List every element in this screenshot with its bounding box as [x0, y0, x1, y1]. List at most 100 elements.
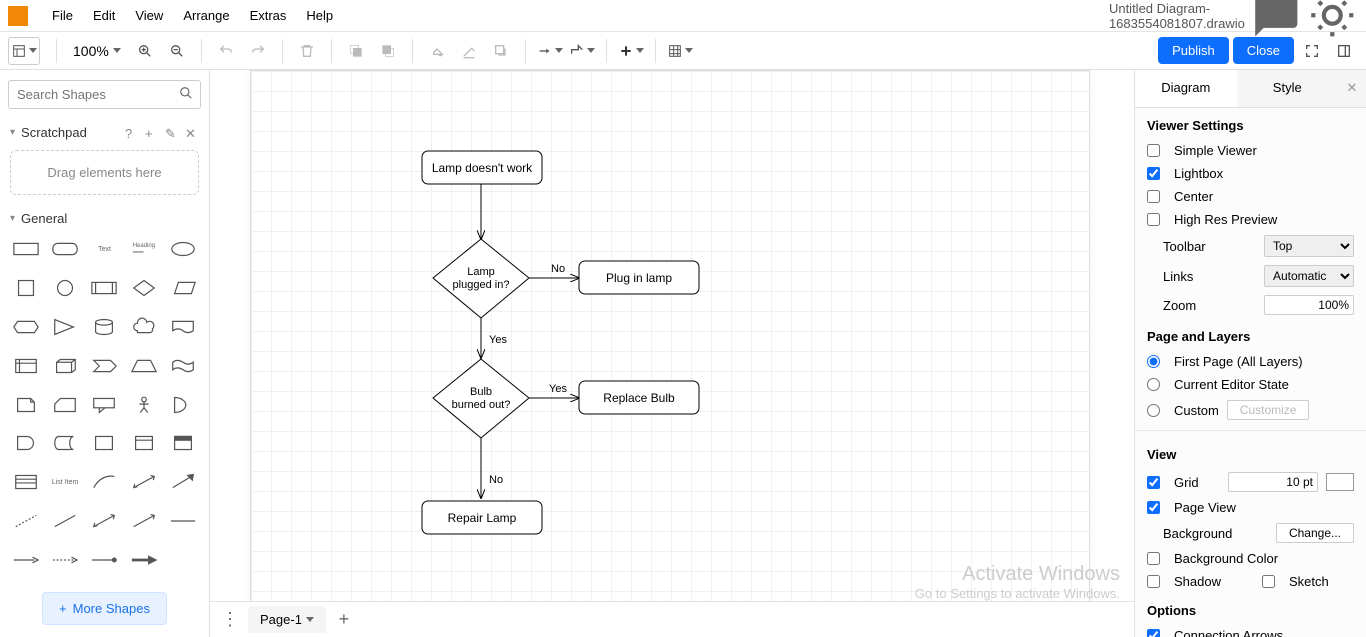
line-color-icon[interactable]	[455, 37, 483, 65]
shape-link2[interactable]	[47, 547, 82, 573]
add-scratch-icon[interactable]: +	[145, 126, 159, 140]
shape-rounded-rect[interactable]	[47, 236, 82, 262]
conn-arrows-checkbox[interactable]	[1147, 629, 1160, 637]
zoom-out-icon[interactable]	[163, 37, 191, 65]
shape-curve[interactable]	[87, 469, 122, 495]
shadow-icon[interactable]	[487, 37, 515, 65]
edit-scratch-icon[interactable]: ✎	[165, 126, 179, 140]
tab-style[interactable]: Style	[1237, 70, 1339, 107]
shape-bidir-line[interactable]	[87, 508, 122, 534]
close-panel-icon[interactable]: ✕	[1338, 70, 1366, 107]
canvas-page[interactable]: No Yes Yes No Lamp doesn't work Lamp plu…	[250, 70, 1090, 637]
shape-actor[interactable]	[126, 392, 161, 418]
zoom-level[interactable]: 100%	[67, 43, 127, 59]
grid-color-swatch[interactable]	[1326, 473, 1354, 491]
shadow-checkbox[interactable]	[1147, 575, 1160, 588]
insert-icon[interactable]	[617, 37, 645, 65]
shape-frame2[interactable]	[166, 430, 201, 456]
shape-link-thin[interactable]	[166, 508, 201, 534]
center-checkbox[interactable]	[1147, 190, 1160, 203]
page-view-select[interactable]	[8, 37, 40, 65]
shape-arrow[interactable]	[166, 469, 201, 495]
to-back-icon[interactable]	[374, 37, 402, 65]
sketch-checkbox[interactable]	[1262, 575, 1275, 588]
search-shapes-input[interactable]	[8, 80, 201, 109]
close-scratch-icon[interactable]: ✕	[185, 126, 199, 140]
table-icon[interactable]	[666, 37, 694, 65]
change-background-button[interactable]: Change...	[1276, 523, 1354, 543]
links-select[interactable]: Automatic	[1264, 265, 1354, 287]
fill-color-icon[interactable]	[423, 37, 451, 65]
shape-line[interactable]	[47, 508, 82, 534]
shape-note[interactable]	[8, 392, 43, 418]
node-start[interactable]: Lamp doesn't work	[422, 151, 542, 184]
shape-link4[interactable]	[126, 547, 161, 573]
shape-data-storage[interactable]	[47, 430, 82, 456]
lightbox-checkbox[interactable]	[1147, 167, 1160, 180]
high-res-checkbox[interactable]	[1147, 213, 1160, 226]
shape-text[interactable]: Text	[87, 236, 122, 262]
undo-icon[interactable]	[212, 37, 240, 65]
menu-view[interactable]: View	[125, 4, 173, 27]
fullscreen-icon[interactable]	[1298, 37, 1326, 65]
search-icon[interactable]	[179, 86, 193, 105]
zoom-in-icon[interactable]	[131, 37, 159, 65]
shape-link3[interactable]	[87, 547, 122, 573]
shape-rect[interactable]	[8, 236, 43, 262]
menu-help[interactable]: Help	[296, 4, 343, 27]
first-page-radio[interactable]	[1147, 355, 1160, 368]
shape-parallelogram[interactable]	[166, 275, 201, 301]
shape-trapezoid[interactable]	[126, 353, 161, 379]
menu-edit[interactable]: Edit	[83, 4, 125, 27]
shape-frame[interactable]	[126, 430, 161, 456]
custom-radio[interactable]	[1147, 404, 1160, 417]
close-button[interactable]: Close	[1233, 37, 1294, 64]
help-icon[interactable]: ?	[125, 126, 139, 140]
shape-ellipse[interactable]	[166, 236, 201, 262]
page-tab-1[interactable]: Page-1	[248, 606, 326, 633]
shape-circle[interactable]	[47, 275, 82, 301]
pages-menu-icon[interactable]: ⋮	[218, 608, 242, 632]
shape-internal-storage[interactable]	[8, 353, 43, 379]
add-page-icon[interactable]: +	[332, 608, 356, 632]
format-panel-icon[interactable]	[1330, 37, 1358, 65]
shape-triangle[interactable]	[47, 314, 82, 340]
shape-document[interactable]	[166, 314, 201, 340]
grid-checkbox[interactable]	[1147, 476, 1160, 489]
scratchpad-dropzone[interactable]: Drag elements here	[10, 150, 199, 195]
shape-list[interactable]	[8, 469, 43, 495]
zoom-input[interactable]	[1264, 295, 1354, 315]
shape-square[interactable]	[8, 275, 43, 301]
shape-step[interactable]	[87, 353, 122, 379]
node-q2[interactable]: Bulb burned out?	[433, 359, 529, 438]
shape-or[interactable]	[166, 392, 201, 418]
to-front-icon[interactable]	[342, 37, 370, 65]
delete-icon[interactable]	[293, 37, 321, 65]
shape-cube[interactable]	[47, 353, 82, 379]
shape-dashed[interactable]	[8, 508, 43, 534]
shape-container[interactable]	[87, 430, 122, 456]
publish-button[interactable]: Publish	[1158, 37, 1229, 64]
node-end[interactable]: Repair Lamp	[422, 501, 542, 534]
page-view-checkbox[interactable]	[1147, 501, 1160, 514]
customize-button[interactable]: Customize	[1227, 400, 1310, 420]
general-header[interactable]: ▾ General	[0, 205, 209, 232]
menu-arrange[interactable]: Arrange	[173, 4, 239, 27]
menu-file[interactable]: File	[42, 4, 83, 27]
redo-icon[interactable]	[244, 37, 272, 65]
bg-color-checkbox[interactable]	[1147, 552, 1160, 565]
shape-and[interactable]	[8, 430, 43, 456]
shape-link1[interactable]	[8, 547, 43, 573]
shape-cloud[interactable]	[126, 314, 161, 340]
simple-viewer-checkbox[interactable]	[1147, 144, 1160, 157]
waypoint-icon[interactable]	[568, 37, 596, 65]
shape-card[interactable]	[47, 392, 82, 418]
shape-dir-line[interactable]	[126, 508, 161, 534]
grid-size-input[interactable]	[1228, 472, 1318, 492]
more-shapes-button[interactable]: +More Shapes	[42, 592, 167, 625]
shape-list-item[interactable]: List Item	[47, 469, 82, 495]
shape-diamond[interactable]	[126, 275, 161, 301]
shape-callout[interactable]	[87, 392, 122, 418]
tab-diagram[interactable]: Diagram	[1135, 70, 1237, 107]
connection-icon[interactable]	[536, 37, 564, 65]
